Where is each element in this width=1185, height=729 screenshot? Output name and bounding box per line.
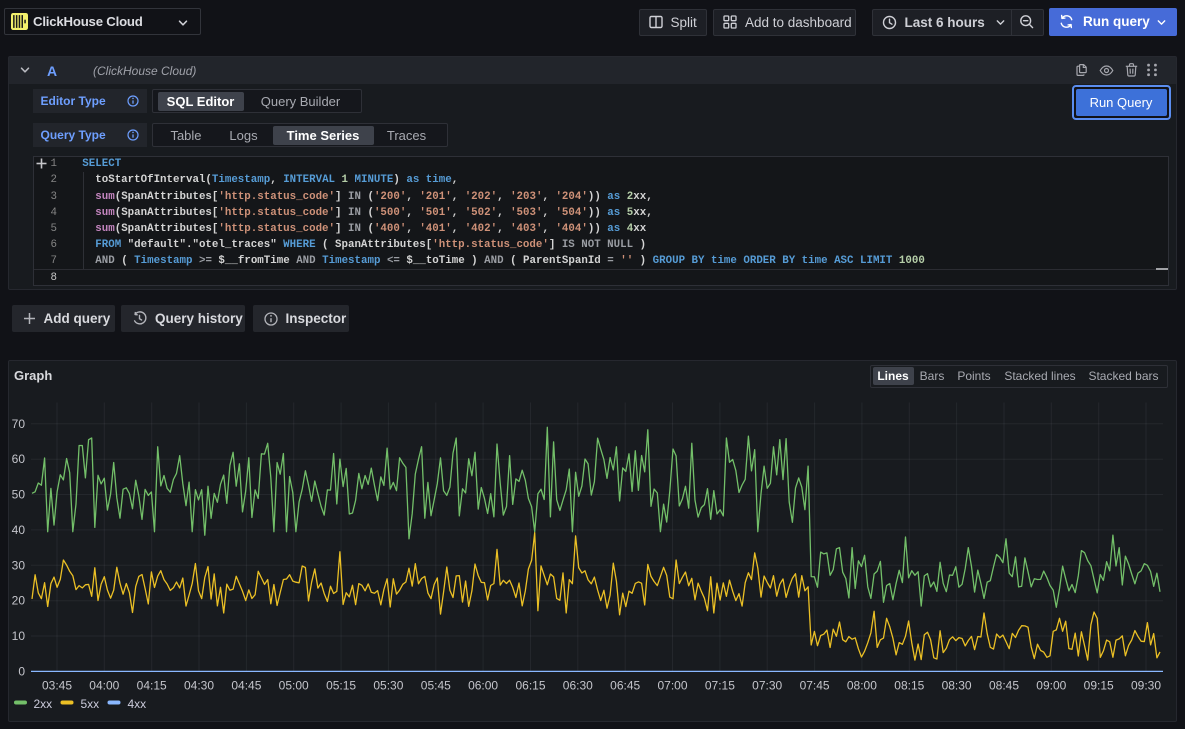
svg-text:08:00: 08:00 <box>847 679 877 693</box>
svg-text:08:45: 08:45 <box>989 679 1019 693</box>
svg-text:10: 10 <box>12 629 26 643</box>
svg-text:04:15: 04:15 <box>137 679 167 693</box>
svg-text:30: 30 <box>12 558 26 572</box>
svg-text:07:00: 07:00 <box>657 679 687 693</box>
svg-text:50: 50 <box>12 488 26 502</box>
svg-text:60: 60 <box>12 452 26 466</box>
svg-text:06:45: 06:45 <box>610 679 640 693</box>
svg-text:40: 40 <box>12 523 26 537</box>
svg-text:08:15: 08:15 <box>894 679 924 693</box>
svg-text:09:15: 09:15 <box>1084 679 1114 693</box>
svg-text:5xx: 5xx <box>81 697 100 711</box>
svg-text:0: 0 <box>18 664 25 678</box>
svg-text:09:30: 09:30 <box>1131 679 1161 693</box>
svg-text:04:45: 04:45 <box>231 679 261 693</box>
svg-text:09:00: 09:00 <box>1036 679 1066 693</box>
svg-text:05:45: 05:45 <box>421 679 451 693</box>
svg-text:4xx: 4xx <box>128 697 147 711</box>
svg-text:70: 70 <box>12 417 26 431</box>
svg-text:07:15: 07:15 <box>705 679 735 693</box>
svg-text:05:00: 05:00 <box>279 679 309 693</box>
svg-text:04:00: 04:00 <box>89 679 119 693</box>
svg-text:06:00: 06:00 <box>468 679 498 693</box>
svg-text:06:30: 06:30 <box>563 679 593 693</box>
svg-text:05:30: 05:30 <box>373 679 403 693</box>
svg-text:07:30: 07:30 <box>752 679 782 693</box>
svg-text:20: 20 <box>12 594 26 608</box>
svg-text:08:30: 08:30 <box>942 679 972 693</box>
svg-text:05:15: 05:15 <box>326 679 356 693</box>
svg-text:03:45: 03:45 <box>42 679 72 693</box>
svg-text:04:30: 04:30 <box>184 679 214 693</box>
svg-text:07:45: 07:45 <box>800 679 830 693</box>
svg-text:06:15: 06:15 <box>515 679 545 693</box>
svg-text:2xx: 2xx <box>34 697 53 711</box>
